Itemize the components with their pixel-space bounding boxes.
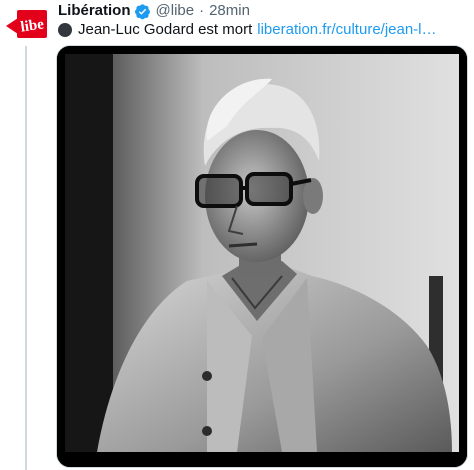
tweet-header: Libération @libe · 28min bbox=[58, 1, 250, 21]
thread-line bbox=[25, 46, 27, 470]
timestamp[interactable]: 28min bbox=[209, 1, 250, 21]
liberation-logo-icon: libe bbox=[6, 10, 47, 38]
black-circle-icon bbox=[58, 23, 72, 37]
author-name[interactable]: Libération bbox=[58, 1, 131, 21]
article-link[interactable]: liberation.fr/culture/jean-l… bbox=[257, 20, 436, 40]
author-handle[interactable]: @libe bbox=[156, 1, 195, 21]
tweet-text: Jean-Luc Godard est mort liberation.fr/c… bbox=[58, 20, 437, 40]
avatar-logo-text: libe bbox=[20, 16, 46, 35]
tweet-body-text: Jean-Luc Godard est mort bbox=[78, 21, 253, 38]
tweet-photo[interactable] bbox=[56, 45, 468, 468]
verified-badge-icon bbox=[134, 3, 150, 19]
separator-dot: · bbox=[199, 2, 205, 19]
photo-portrait-icon bbox=[57, 46, 467, 467]
avatar[interactable]: libe bbox=[6, 4, 48, 42]
tweet[interactable]: libe Libération @libe · 28min Jean-Luc G… bbox=[0, 0, 474, 470]
